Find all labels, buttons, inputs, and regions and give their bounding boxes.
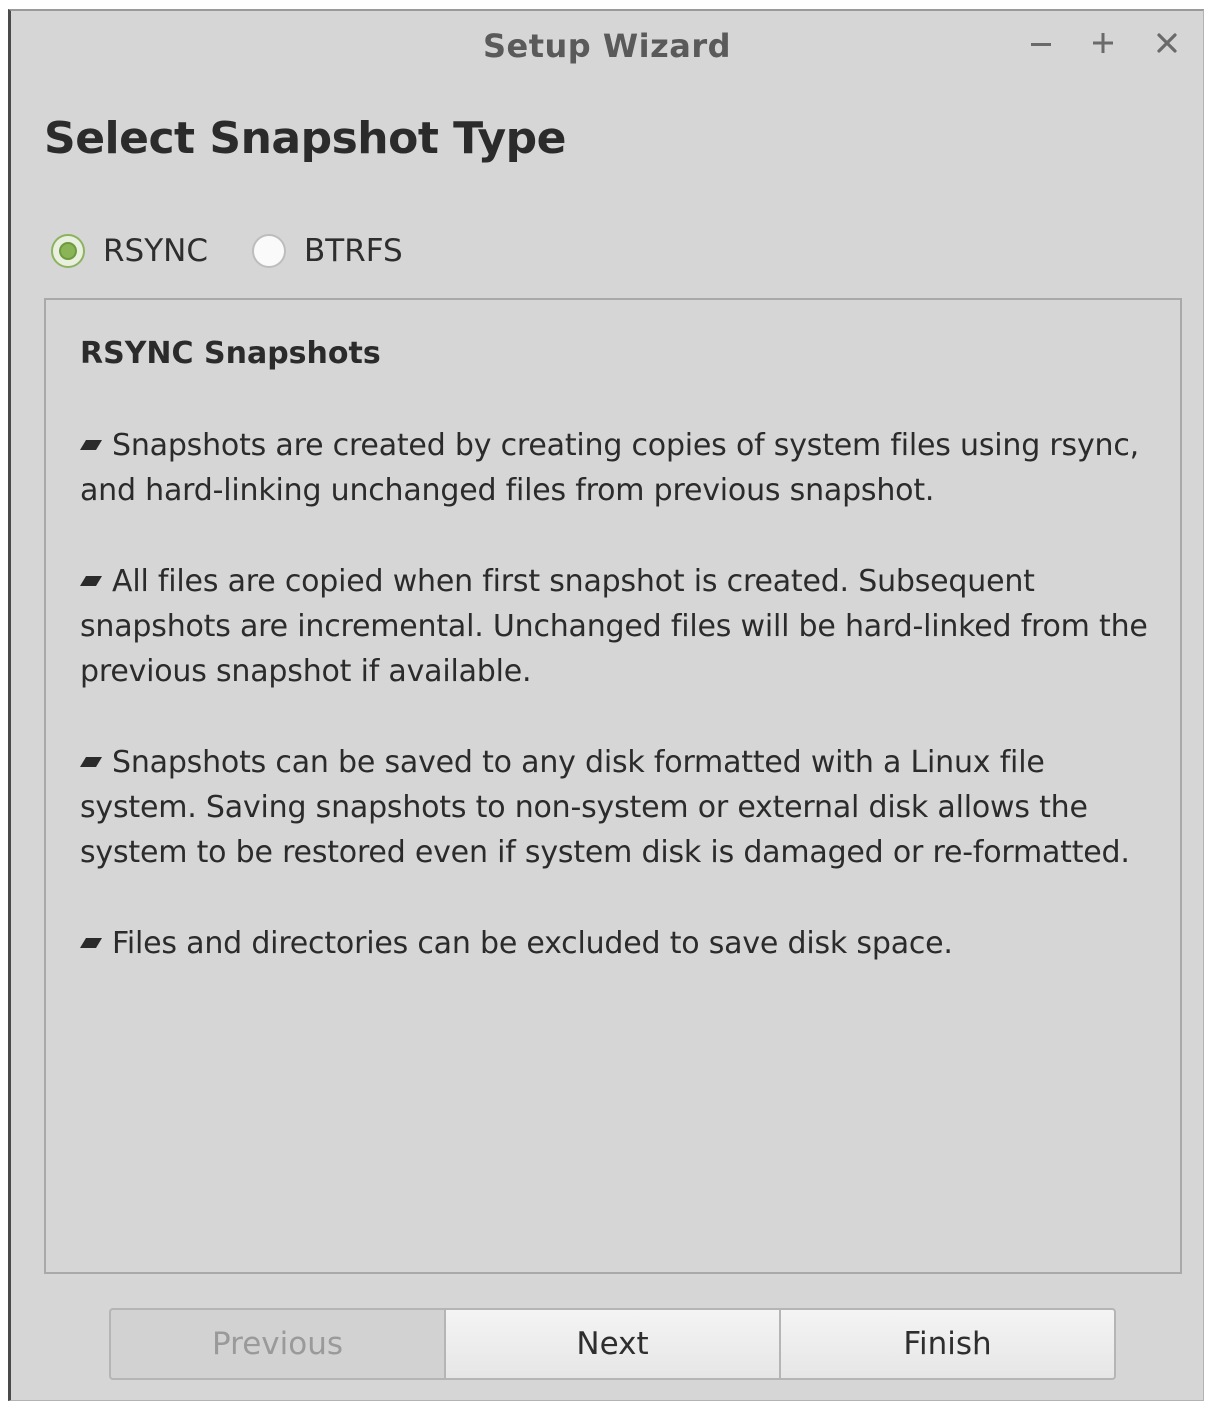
- title-bar[interactable]: Setup Wizard: [11, 11, 1203, 85]
- description-item: All files are copied when first snapshot…: [80, 559, 1148, 694]
- description-item-text: Files and directories can be excluded to…: [112, 926, 953, 961]
- minimize-icon[interactable]: [1021, 23, 1061, 63]
- description-item-text: Snapshots are created by creating copies…: [80, 428, 1139, 508]
- setup-wizard-window: Setup Wizard Select Snapshot Type RSYNC …: [8, 9, 1204, 1401]
- bullet-icon: [80, 937, 102, 948]
- bullet-icon: [80, 575, 102, 586]
- next-button[interactable]: Next: [444, 1308, 781, 1380]
- previous-button[interactable]: Previous: [109, 1308, 446, 1380]
- radio-rsync-label[interactable]: RSYNC: [103, 233, 208, 269]
- bullet-icon: [80, 439, 102, 450]
- radio-unchecked-icon[interactable]: [252, 234, 286, 268]
- close-icon[interactable]: [1147, 23, 1187, 63]
- description-item: Snapshots are created by creating copies…: [80, 423, 1148, 513]
- bullet-icon: [80, 756, 102, 767]
- snapshot-type-selector: RSYNC BTRFS: [51, 229, 447, 273]
- description-item: Files and directories can be excluded to…: [80, 921, 1148, 966]
- radio-checked-icon[interactable]: [51, 234, 85, 268]
- description-item-text: Snapshots can be saved to any disk forma…: [80, 745, 1130, 870]
- description-item: Snapshots can be saved to any disk forma…: [80, 740, 1148, 875]
- description-title: RSYNC Snapshots: [80, 336, 381, 371]
- finish-button[interactable]: Finish: [779, 1308, 1116, 1380]
- radio-btrfs[interactable]: BTRFS: [252, 233, 403, 269]
- radio-btrfs-label[interactable]: BTRFS: [304, 233, 403, 269]
- description-panel: RSYNC Snapshots Snapshots are created by…: [44, 298, 1182, 1274]
- maximize-icon[interactable]: [1083, 23, 1123, 63]
- description-item-text: All files are copied when first snapshot…: [80, 564, 1148, 689]
- page-title: Select Snapshot Type: [44, 113, 567, 164]
- radio-rsync[interactable]: RSYNC: [51, 233, 208, 269]
- wizard-button-bar: Previous Next Finish: [109, 1308, 1116, 1380]
